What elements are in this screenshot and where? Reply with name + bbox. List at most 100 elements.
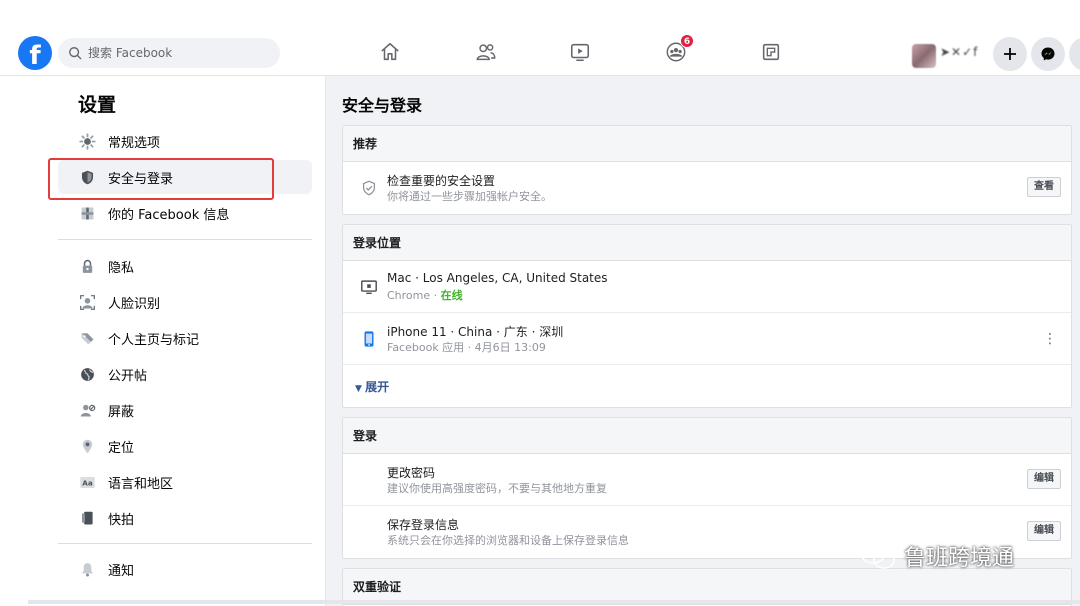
- sidebar-item-label: 你的 Facebook 信息: [108, 207, 230, 223]
- wechat-watermark: 鲁班跨境通: [858, 540, 1014, 572]
- sidebar-item-label: 快拍: [108, 512, 135, 528]
- facebook-logo[interactable]: f: [18, 36, 52, 70]
- profile-username[interactable]: ➤✕✓f: [940, 45, 978, 59]
- row-title: 保存登录信息: [387, 518, 460, 532]
- sidebar-item-profile-tagging[interactable]: 个人主页与标记: [58, 321, 312, 355]
- sidebar-item-stories[interactable]: 快拍: [58, 501, 312, 535]
- recommended-header: 推荐: [343, 126, 1071, 162]
- create-button[interactable]: [993, 37, 1027, 71]
- row-title: 更改密码: [387, 466, 436, 480]
- globe-icon: [78, 365, 96, 383]
- expand-label: 展开: [365, 380, 390, 394]
- sidebar-item-security[interactable]: 安全与登录: [58, 160, 312, 194]
- row-subtitle: Facebook 应用 · 4月6日 13:09: [387, 341, 546, 354]
- recommended-card: 推荐 检查重要的安全设置 你将通过一些步骤加强帐户安全。 查看: [342, 125, 1072, 215]
- notification-badge: 6: [680, 34, 694, 48]
- row-title: 检查重要的安全设置: [387, 174, 496, 188]
- change-password-row[interactable]: 更改密码 建议你使用高强度密码，不要与其他地方重复 编辑: [343, 454, 1071, 506]
- sidebar-item-blocking[interactable]: 屏蔽: [58, 393, 312, 427]
- sidebar-item-label: 公开帖: [108, 368, 148, 384]
- gear-icon: [78, 132, 96, 150]
- messenger-icon: [1041, 47, 1055, 61]
- location-icon: [78, 437, 96, 455]
- messenger-button[interactable]: [1031, 37, 1065, 71]
- sidebar-item-label: 个人主页与标记: [108, 332, 200, 348]
- nav-watch[interactable]: [566, 38, 594, 66]
- expand-row[interactable]: ▼ 展开: [343, 365, 1071, 407]
- nav-friends[interactable]: [472, 38, 500, 66]
- row-title: Mac · Los Angeles, CA, United States: [387, 271, 608, 285]
- expand-link[interactable]: ▼ 展开: [355, 378, 389, 395]
- sidebar-item-public-posts[interactable]: 公开帖: [58, 357, 312, 391]
- friends-icon: [476, 44, 496, 61]
- nav-groups[interactable]: 6: [662, 34, 694, 66]
- sidebar-item-label: 语言和地区: [108, 476, 174, 492]
- caret-down-icon: ▼: [355, 384, 366, 394]
- row-subtitle: 建议你使用高强度密码，不要与其他地方重复: [387, 482, 607, 495]
- sidebar-item-notifications[interactable]: 通知: [58, 552, 312, 586]
- stories-icon: [78, 509, 96, 527]
- sidebar-item-location[interactable]: 定位: [58, 429, 312, 463]
- facebook-info-icon: [78, 204, 96, 222]
- sidebar-item-face-recognition[interactable]: 人脸识别: [58, 285, 312, 319]
- settings-sidebar: 设置 常规选项 安全与登录 你的 Facebook 信息 隐私 人脸识别 个人主…: [58, 76, 326, 606]
- sidebar-item-label: 通知: [108, 563, 135, 579]
- search-input[interactable]: [88, 46, 268, 60]
- shield-check-icon: [359, 178, 379, 198]
- sidebar-item-facebook-info[interactable]: 你的 Facebook 信息: [58, 196, 312, 230]
- phone-icon: [359, 329, 379, 349]
- view-button[interactable]: 查看: [1027, 177, 1061, 197]
- svg-text:Aa: Aa: [82, 478, 93, 487]
- sidebar-item-label: 常规选项: [108, 135, 161, 151]
- bell-icon: [78, 560, 96, 578]
- gaming-icon: [762, 43, 780, 61]
- sidebar-divider: [58, 239, 312, 240]
- block-user-icon: [78, 401, 96, 419]
- sidebar-item-general[interactable]: 常规选项: [58, 124, 312, 158]
- security-login-panel: 安全与登录 推荐 检查重要的安全设置 你将通过一些步骤加强帐户安全。 查看 登录…: [326, 76, 1080, 606]
- shield-icon: [78, 168, 96, 186]
- sidebar-item-label: 屏蔽: [108, 404, 135, 420]
- tag-icon: [78, 329, 96, 347]
- sidebar-title: 设置: [78, 94, 117, 116]
- online-status: 在线: [440, 289, 463, 302]
- sidebar-item-language-region[interactable]: Aa 语言和地区: [58, 465, 312, 499]
- avatar[interactable]: [912, 44, 936, 68]
- top-navigation-bar: f 6 ➤✕✓f: [0, 0, 1080, 76]
- watch-video-icon: [570, 43, 590, 62]
- security-checkup-row[interactable]: 检查重要的安全设置 你将通过一些步骤加强帐户安全。 查看: [343, 162, 1071, 214]
- sidebar-divider: [58, 543, 312, 544]
- session-browser: Chrome ·: [387, 289, 441, 302]
- where-logged-in-card: 登录位置 Mac · Los Angeles, CA, United State…: [342, 224, 1072, 408]
- nav-gaming[interactable]: [757, 38, 785, 66]
- nav-home[interactable]: [376, 38, 404, 66]
- home-icon: [381, 42, 399, 61]
- more-options-icon[interactable]: ⋮: [1043, 331, 1057, 347]
- where-logged-in-header: 登录位置: [343, 225, 1071, 261]
- row-subtitle: 你将通过一些步骤加强帐户安全。: [387, 190, 552, 203]
- edit-save-login-button[interactable]: 编辑: [1027, 521, 1061, 541]
- row-title: iPhone 11 · China · 广东 · 深圳: [387, 325, 564, 339]
- login-header: 登录: [343, 418, 1071, 454]
- sidebar-item-label: 人脸识别: [108, 296, 161, 312]
- plus-icon: [1004, 48, 1016, 60]
- sidebar-item-label: 隐私: [108, 260, 135, 276]
- login-card: 登录 更改密码 建议你使用高强度密码，不要与其他地方重复 编辑 保存登录信息 系…: [342, 417, 1072, 559]
- search-icon: [69, 47, 82, 60]
- sidebar-item-label: 安全与登录: [108, 171, 174, 187]
- account-menu-button[interactable]: [1069, 37, 1080, 71]
- desktop-icon: [359, 277, 379, 297]
- page-title: 安全与登录: [342, 96, 423, 115]
- sidebar-item-privacy[interactable]: 隐私: [58, 249, 312, 283]
- wechat-icon: [860, 542, 895, 569]
- edit-password-button[interactable]: 编辑: [1027, 469, 1061, 489]
- row-subtitle: 系统只会在你选择的浏览器和设备上保存登录信息: [387, 534, 629, 547]
- lock-icon: [78, 257, 96, 275]
- face-recognition-icon: [78, 293, 96, 311]
- row-subtitle: Chrome · 在线: [387, 287, 463, 303]
- sidebar-item-label: 定位: [108, 440, 135, 456]
- session-row-iphone[interactable]: iPhone 11 · China · 广东 · 深圳 Facebook 应用 …: [343, 313, 1071, 365]
- search-box[interactable]: [58, 38, 280, 68]
- language-icon: Aa: [78, 473, 96, 491]
- session-row-mac[interactable]: Mac · Los Angeles, CA, United States Chr…: [343, 261, 1071, 313]
